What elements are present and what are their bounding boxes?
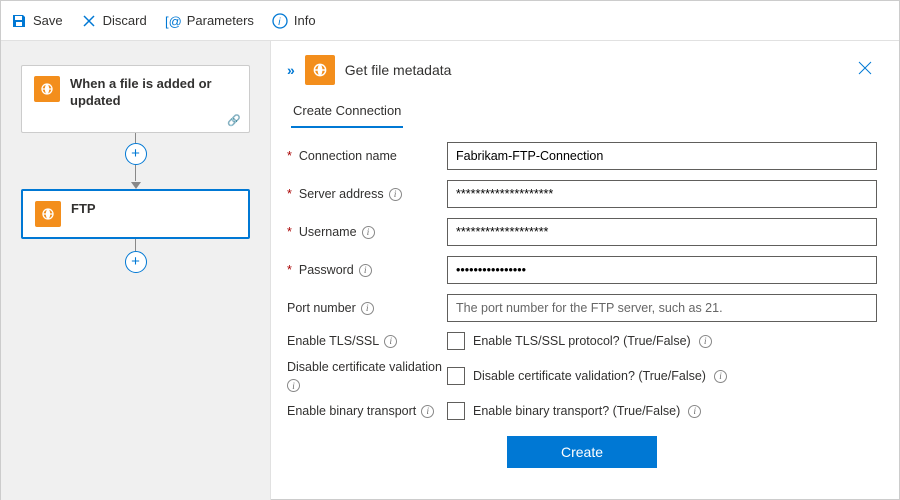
arrow-down-icon: [131, 182, 141, 189]
add-step-button[interactable]: +: [125, 251, 147, 273]
discard-icon: [81, 13, 97, 29]
info-icon[interactable]: i: [361, 302, 374, 315]
label-connection-name: *Connection name: [287, 149, 447, 163]
ftp-icon: [305, 55, 335, 85]
enable-tls-check-label: Enable TLS/SSL protocol? (True/False): [473, 334, 691, 348]
info-icon: i: [272, 13, 288, 29]
password-input[interactable]: [447, 256, 877, 284]
details-panel: » Get file metadata Create Connection *C…: [271, 41, 899, 500]
disable-cert-checkbox[interactable]: [447, 367, 465, 385]
connection-name-input[interactable]: [447, 142, 877, 170]
add-step-button[interactable]: +: [125, 143, 147, 165]
trigger-title: When a file is added or updated: [70, 76, 237, 110]
save-label: Save: [33, 13, 63, 28]
label-password: *Passwordi: [287, 263, 447, 277]
connector: +: [21, 133, 250, 189]
username-input[interactable]: [447, 218, 877, 246]
enable-tls-checkbox[interactable]: [447, 332, 465, 350]
label-enable-binary: Enable binary transporti: [287, 404, 447, 418]
discard-button[interactable]: Discard: [81, 13, 147, 29]
server-address-input[interactable]: [447, 180, 877, 208]
label-username: *Usernamei: [287, 225, 447, 239]
save-icon: [11, 13, 27, 29]
toolbar: Save Discard [@] Parameters i Info: [1, 1, 899, 41]
trigger-node[interactable]: When a file is added or updated 🔗: [21, 65, 250, 133]
label-disable-cert: Disable certificate validationi: [287, 360, 447, 392]
action-node-ftp[interactable]: FTP: [21, 189, 250, 239]
enable-binary-checkbox[interactable]: [447, 402, 465, 420]
ftp-icon: [34, 76, 60, 102]
tab-create-connection[interactable]: Create Connection: [291, 97, 403, 128]
svg-text:i: i: [278, 17, 281, 28]
label-enable-tls: Enable TLS/SSLi: [287, 334, 447, 348]
info-icon[interactable]: i: [714, 370, 727, 383]
port-number-input[interactable]: [447, 294, 877, 322]
info-label: Info: [294, 13, 316, 28]
label-port-number: Port numberi: [287, 301, 447, 315]
link-icon: 🔗: [227, 114, 241, 127]
parameters-icon: [@]: [165, 13, 181, 29]
ftp-icon: [35, 201, 61, 227]
disable-cert-check-label: Disable certificate validation? (True/Fa…: [473, 369, 706, 383]
save-button[interactable]: Save: [11, 13, 63, 29]
info-button[interactable]: i Info: [272, 13, 316, 29]
svg-text:[@]: [@]: [165, 14, 181, 29]
parameters-button[interactable]: [@] Parameters: [165, 13, 254, 29]
parameters-label: Parameters: [187, 13, 254, 28]
enable-binary-check-label: Enable binary transport? (True/False): [473, 404, 680, 418]
info-icon[interactable]: i: [688, 405, 701, 418]
collapse-button[interactable]: »: [287, 62, 295, 78]
info-icon[interactable]: i: [421, 405, 434, 418]
label-server-address: *Server addressi: [287, 187, 447, 201]
close-button[interactable]: [853, 56, 877, 85]
discard-label: Discard: [103, 13, 147, 28]
info-icon[interactable]: i: [699, 335, 712, 348]
info-icon[interactable]: i: [389, 188, 402, 201]
info-icon[interactable]: i: [362, 226, 375, 239]
info-icon[interactable]: i: [359, 264, 372, 277]
panel-title: Get file metadata: [345, 62, 452, 78]
info-icon[interactable]: i: [287, 379, 300, 392]
connector-end: +: [21, 239, 250, 273]
info-icon[interactable]: i: [384, 335, 397, 348]
designer-canvas: When a file is added or updated 🔗 + FTP …: [1, 41, 271, 500]
action-title: FTP: [71, 201, 96, 218]
create-button[interactable]: Create: [507, 436, 657, 468]
